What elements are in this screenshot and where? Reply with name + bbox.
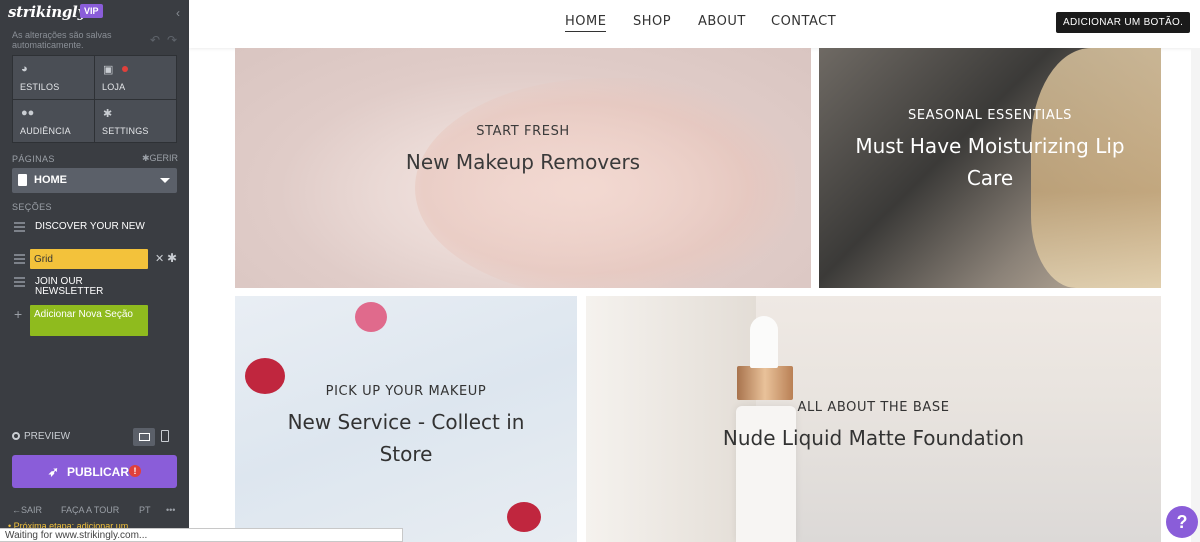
card-headline: New Service - Collect in Store — [287, 410, 525, 466]
settings-button[interactable]: ✱ SETTINGS — [95, 99, 176, 142]
publish-button[interactable]: ➶ PUBLICAR ! — [12, 455, 177, 488]
publish-label: PUBLICAR — [67, 465, 129, 479]
rocket-icon: ➶ — [48, 464, 59, 479]
store-label: LOJA — [102, 82, 126, 92]
card-kicker: START FRESH — [476, 124, 570, 139]
notification-dot — [122, 66, 128, 72]
mobile-view-icon[interactable] — [161, 430, 169, 442]
gear-icon: ✱ — [142, 153, 150, 163]
nav-shop[interactable]: SHOP — [633, 14, 671, 29]
card-headline: Must Have Moisturizing Lip Care — [855, 134, 1125, 190]
manage-label: GERIR — [149, 153, 179, 163]
grid-card-makeup-removers[interactable]: START FRESH New Makeup Removers — [235, 48, 811, 288]
nav-home[interactable]: HOME — [565, 14, 607, 32]
search-icon — [12, 432, 20, 440]
palette-icon: ◕ — [21, 63, 28, 75]
flower-photo — [355, 302, 387, 332]
desktop-view-icon[interactable] — [133, 428, 155, 446]
redo-icon[interactable]: ↷ — [167, 33, 177, 47]
preview-button[interactable]: PREVIEW — [12, 431, 70, 442]
styles-label: ESTILOS — [20, 82, 60, 92]
vip-badge: VIP — [80, 4, 103, 18]
help-button[interactable]: ? — [1166, 506, 1198, 538]
drag-handle-icon[interactable] — [14, 254, 25, 266]
warning-icon: ! — [129, 465, 141, 477]
settings-label: SETTINGS — [102, 125, 149, 136]
nav-contact[interactable]: CONTACT — [771, 14, 836, 29]
page-scrollbar[interactable] — [1191, 48, 1200, 542]
sections-heading: SEÇÕES — [12, 202, 52, 212]
card-kicker: ALL ABOUT THE BASE — [797, 400, 950, 415]
editor-sidebar: strikingly VIP ‹ As alterações são salva… — [0, 0, 189, 542]
site-navigation: HOME SHOP ABOUT CONTACT ADICIONAR UM BOT… — [189, 0, 1200, 48]
collapse-sidebar-icon[interactable]: ‹ — [176, 6, 180, 20]
nav-about[interactable]: ABOUT — [698, 14, 746, 29]
gear-icon: ✱ — [103, 107, 113, 120]
grid-card-lip-care[interactable]: SEASONAL ESSENTIALS Must Have Moisturizi… — [819, 48, 1161, 288]
section-item-grid[interactable]: Grid — [30, 249, 148, 269]
pages-heading: PÁGINAS — [12, 154, 55, 164]
app-window: strikingly VIP ‹ As alterações são salva… — [0, 0, 1200, 542]
manage-pages-link[interactable]: ✱GERIR — [142, 153, 178, 164]
section-item-newsletter[interactable]: JOIN OUR NEWSLETTER — [35, 277, 145, 297]
card-kicker: PICK UP YOUR MAKEUP — [325, 384, 487, 399]
drag-handle-icon[interactable] — [14, 277, 25, 289]
autosave-notice: As alterações são salvas automaticamente… — [12, 30, 112, 50]
card-kicker: SEASONAL ESSENTIALS — [907, 108, 1073, 123]
exit-label: SAIR — [21, 505, 43, 515]
more-menu-icon[interactable]: ••• — [166, 505, 175, 515]
bottle-cap-photo — [737, 366, 793, 400]
knit-fabric-photo — [586, 296, 756, 542]
editor-tools-grid: ◕ ESTILOS ▣ LOJA ●● AUDIÊNCIA ✱ SETTINGS — [12, 55, 177, 143]
section-item-discover[interactable]: DISCOVER YOUR NEW — [35, 222, 145, 232]
browser-status-bar: Waiting for www.strikingly.com... — [0, 528, 403, 542]
styles-button[interactable]: ◕ ESTILOS — [13, 56, 94, 99]
preview-label: PREVIEW — [24, 431, 71, 442]
add-section-button[interactable]: Adicionar Nova Seção — [30, 305, 148, 336]
audience-label: AUDIÊNCIA — [20, 125, 71, 136]
drag-handle-icon[interactable] — [14, 222, 25, 234]
strikingly-logo: strikingly — [8, 3, 86, 21]
card-headline: New Makeup Removers — [405, 150, 641, 174]
audience-button[interactable]: ●● AUDIÊNCIA — [13, 99, 94, 142]
shopping-bag-icon: ▣ — [103, 64, 114, 76]
flower-photo — [507, 502, 541, 532]
language-link[interactable]: PT — [139, 505, 151, 515]
dropper-photo — [750, 316, 778, 368]
hand-photo — [415, 78, 795, 288]
chevron-down-icon — [160, 178, 170, 183]
store-button[interactable]: ▣ LOJA — [95, 56, 176, 99]
grid-card-collect-in-store[interactable]: PICK UP YOUR MAKEUP New Service - Collec… — [235, 296, 577, 542]
section-settings-icon[interactable]: ✱ — [167, 251, 177, 265]
add-button-cta[interactable]: ADICIONAR UM BOTÃO. — [1056, 12, 1191, 33]
undo-icon[interactable]: ↶ — [150, 33, 160, 47]
grid-card-foundation[interactable]: ALL ABOUT THE BASE Nude Liquid Matte Fou… — [586, 296, 1161, 542]
page-selector[interactable]: HOME — [12, 168, 177, 193]
document-icon — [18, 174, 27, 186]
people-icon: ●● — [21, 106, 35, 119]
plus-icon[interactable]: + — [14, 306, 22, 322]
tour-link[interactable]: FAÇA A TOUR — [61, 505, 119, 515]
current-page-label: HOME — [34, 174, 67, 186]
close-icon[interactable]: ✕ — [155, 252, 164, 265]
exit-link[interactable]: ← SAIR — [12, 505, 42, 515]
card-headline: Nude Liquid Matte Foundation — [722, 426, 1025, 450]
